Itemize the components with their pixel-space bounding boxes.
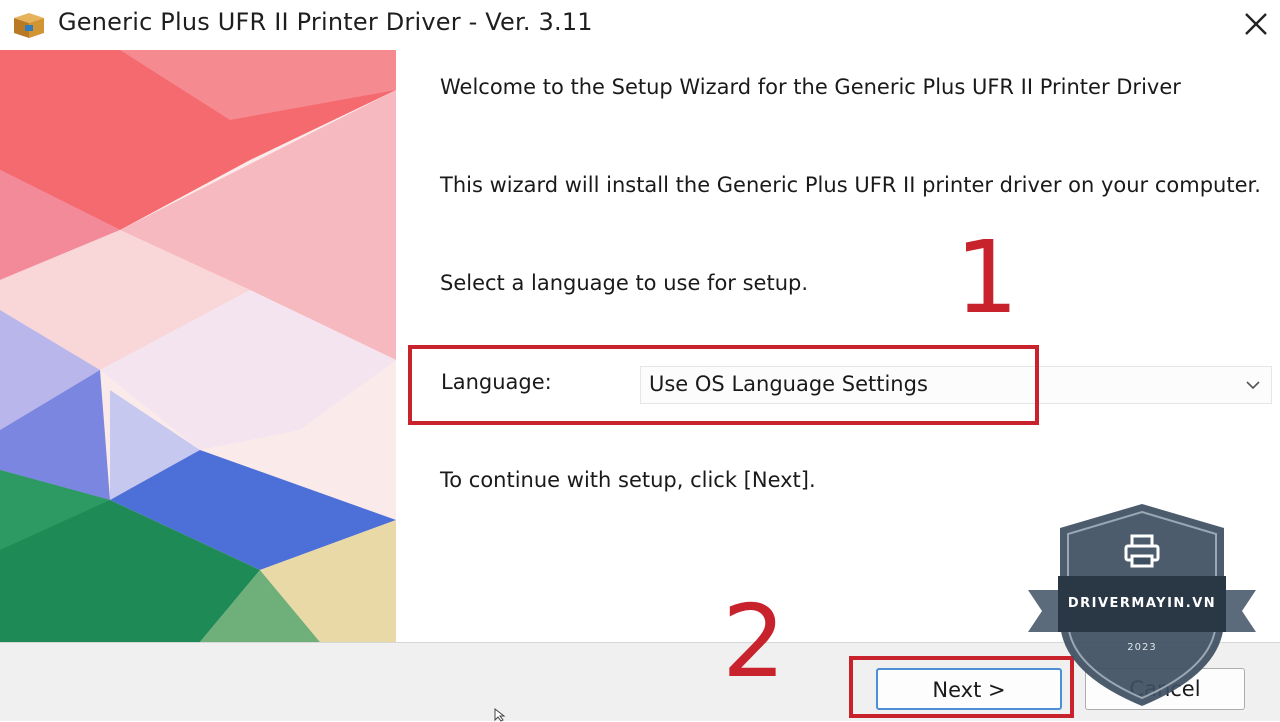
watermark-site: DRIVERMAYIN.VN: [1068, 596, 1216, 611]
wizard-banner: [0, 50, 396, 642]
title-bar: Generic Plus UFR II Printer Driver - Ver…: [0, 0, 1280, 50]
drivermayin-watermark: DRIVERMAYIN.VN 2023: [1028, 504, 1256, 706]
language-highlight-box: [408, 345, 1039, 425]
wizard-description: This wizard will install the Generic Plu…: [440, 173, 1261, 197]
step-2-marker: 2: [722, 583, 786, 700]
package-icon: [14, 13, 44, 38]
language-prompt: Select a language to use for setup.: [440, 271, 809, 295]
close-icon[interactable]: [1236, 6, 1276, 44]
welcome-heading: Welcome to the Setup Wizard for the Gene…: [440, 75, 1181, 99]
watermark-year: 2023: [1127, 642, 1156, 653]
step-1-marker: 1: [955, 219, 1019, 336]
continue-instruction: To continue with setup, click [Next].: [440, 468, 816, 492]
chevron-down-icon: [1246, 381, 1260, 390]
window-title: Generic Plus UFR II Printer Driver - Ver…: [58, 8, 593, 36]
